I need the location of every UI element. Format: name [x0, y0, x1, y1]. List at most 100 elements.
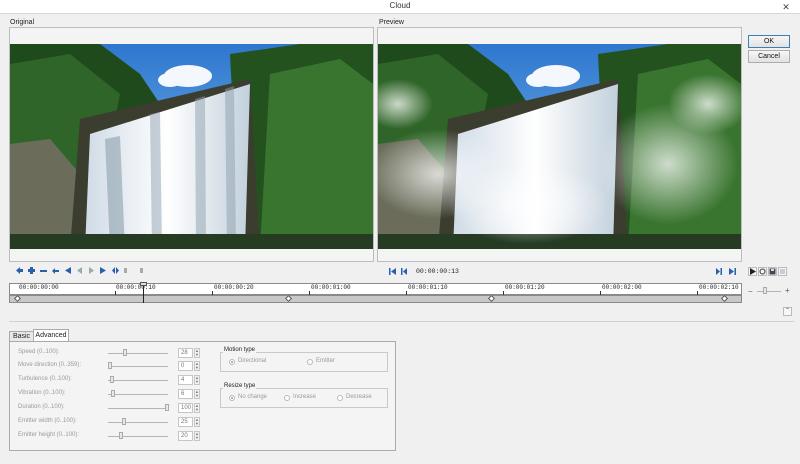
playhead-handle[interactable]	[140, 282, 147, 286]
goto-start-icon[interactable]	[388, 267, 397, 276]
turbulence-slider-thumb[interactable]	[110, 376, 114, 383]
fit-left-icon[interactable]	[123, 266, 132, 275]
preview-image	[378, 44, 741, 249]
swap-icon[interactable]	[111, 266, 120, 275]
param-label: Duration (0..100):	[18, 404, 65, 410]
save-icon[interactable]	[768, 267, 777, 276]
increase-radio[interactable]	[284, 395, 290, 401]
speed-spinner[interactable]: ▲ ▼	[194, 348, 200, 358]
increase-label: Increase	[293, 394, 317, 400]
tick-label: 00:00:01:00	[311, 284, 351, 291]
turbulence-input[interactable]: 4	[178, 375, 193, 385]
zoom-out-icon[interactable]: −	[748, 287, 753, 296]
move-left-icon[interactable]	[15, 266, 24, 275]
duration-slider-thumb[interactable]	[165, 404, 169, 411]
speed-input[interactable]: 28	[178, 348, 193, 358]
collapse-icon[interactable]: ⌃	[783, 307, 792, 316]
param-label: Vibration (0..100):	[18, 390, 66, 396]
param-row-emitter-height: Emitter height (0..100): 20 ▲ ▼	[18, 430, 208, 442]
remove-keyframe-icon[interactable]	[39, 266, 48, 275]
window-title: Cloud	[389, 1, 411, 10]
original-label: Original	[10, 19, 35, 26]
speed-slider[interactable]	[108, 353, 168, 354]
decrease-radio[interactable]	[337, 395, 343, 401]
turbulence-spinner[interactable]: ▲ ▼	[194, 375, 200, 385]
parameter-list: Speed (0..100): 28 ▲ ▼ Move direction (0.…	[18, 347, 218, 447]
directional-label: Directional	[238, 358, 267, 364]
resize-type-title: Resize type	[223, 383, 257, 389]
emitter-height-slider[interactable]	[108, 436, 168, 437]
timecode-display: 00:00:00:13	[416, 268, 459, 275]
ok-button[interactable]: OK	[748, 35, 790, 48]
reverse-icon[interactable]	[51, 266, 60, 275]
preview-label: Preview	[379, 19, 404, 26]
add-keyframe-icon[interactable]	[27, 266, 36, 275]
playhead[interactable]	[143, 283, 144, 303]
tick-label: 00:00:00:00	[19, 284, 59, 291]
play-icon[interactable]	[748, 267, 757, 276]
next-key-icon[interactable]	[87, 266, 96, 275]
cancel-button[interactable]: Cancel	[748, 50, 790, 63]
param-row-emitter-width: Emitter width (0..100): 25 ▲ ▼	[18, 416, 208, 428]
emitter-height-input[interactable]: 20	[178, 431, 193, 441]
tick-label: 00:00:02:10	[699, 284, 739, 291]
tick-label: 00:00:00:10	[116, 284, 156, 291]
param-label: Speed (0..100):	[18, 349, 60, 355]
keyframe-track[interactable]	[9, 295, 742, 303]
zoom-slider-thumb[interactable]	[763, 287, 767, 294]
goto-end-icon[interactable]	[728, 267, 737, 276]
speed-slider-thumb[interactable]	[123, 349, 127, 356]
no-change-radio[interactable]	[229, 395, 235, 401]
zoom-in-icon[interactable]: +	[785, 286, 790, 295]
emitter-height-slider-thumb[interactable]	[119, 432, 123, 439]
param-label: Turbulence (0..100):	[18, 376, 72, 382]
prev-frame-icon[interactable]	[399, 267, 408, 276]
param-row-vibration: Vibration (0..100): 6 ▲ ▼	[18, 388, 208, 400]
loop-icon[interactable]	[758, 267, 767, 276]
emitter-radio[interactable]	[307, 359, 313, 365]
motion-type-title: Motion type	[223, 347, 257, 353]
playback-controls	[748, 267, 787, 276]
vibration-slider-thumb[interactable]	[111, 390, 115, 397]
tick-label: 00:00:01:20	[505, 284, 545, 291]
direction-slider[interactable]	[108, 366, 168, 367]
emitter-label: Emitter	[316, 358, 336, 364]
param-label: Emitter width (0..100):	[18, 418, 77, 424]
param-row-duration: Duration (0..100): 100 ▲ ▼	[18, 402, 208, 414]
decrease-label: Decrease	[346, 394, 372, 400]
directional-radio[interactable]	[229, 359, 235, 365]
goto-start-key-icon[interactable]	[63, 266, 72, 275]
vibration-slider[interactable]	[108, 394, 168, 395]
param-row-turbulence: Turbulence (0..100): 4 ▲ ▼	[18, 374, 208, 386]
vibration-spinner[interactable]: ▲ ▼	[194, 389, 200, 399]
direction-slider-thumb[interactable]	[108, 362, 112, 369]
next-frame-icon[interactable]	[715, 267, 724, 276]
direction-input[interactable]: 0	[178, 361, 193, 371]
param-row-speed: Speed (0..100): 28 ▲ ▼	[18, 347, 208, 359]
ruler-ticks: 00:00:00:00 00:00:00:10 00:00:00:20 00:0…	[9, 283, 742, 295]
zoom-slider[interactable]	[757, 291, 781, 292]
emitter-width-spinner[interactable]: ▲ ▼	[194, 417, 200, 427]
param-row-direction: Move direction (0..359): 0 ▲ ▼	[18, 360, 208, 372]
param-label: Move direction (0..359):	[18, 362, 82, 368]
options-icon[interactable]	[778, 267, 787, 276]
duration-input[interactable]: 100	[178, 403, 193, 413]
close-icon[interactable]: ✕	[772, 0, 800, 14]
tick-label: 00:00:01:10	[408, 284, 448, 291]
emitter-height-spinner[interactable]: ▲ ▼	[194, 431, 200, 441]
tick-label: 00:00:00:20	[214, 284, 254, 291]
original-toolbar	[15, 266, 144, 275]
duration-slider[interactable]	[108, 408, 168, 409]
emitter-width-input[interactable]: 25	[178, 417, 193, 427]
duration-spinner[interactable]: ▲ ▼	[194, 403, 200, 413]
original-image	[10, 44, 373, 249]
vibration-input[interactable]: 6	[178, 389, 193, 399]
tick-label: 00:00:02:00	[602, 284, 642, 291]
turbulence-slider[interactable]	[108, 380, 168, 381]
emitter-width-slider-thumb[interactable]	[122, 418, 126, 425]
emitter-width-slider[interactable]	[108, 422, 168, 423]
goto-end-key-icon[interactable]	[99, 266, 108, 275]
prev-key-icon[interactable]	[75, 266, 84, 275]
fit-right-icon[interactable]	[135, 266, 144, 275]
direction-spinner[interactable]: ▲ ▼	[194, 361, 200, 371]
